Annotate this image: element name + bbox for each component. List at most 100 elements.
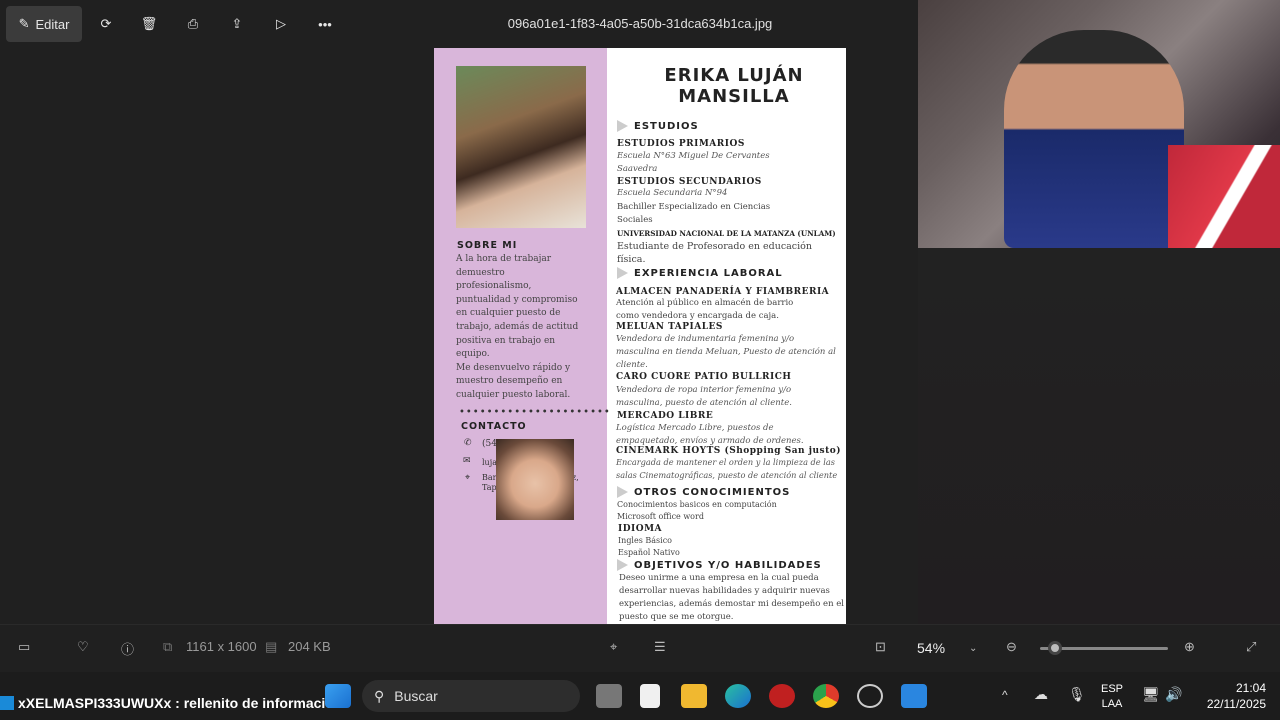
exp-1-title: ALMACEN PANADERÍA Y FIAMBRERIA [616, 287, 830, 297]
contact-address: Bar Tap [482, 473, 497, 492]
exp-5-title: CINEMARK HOYTS (Shopping San justo) [616, 446, 842, 456]
network-icon[interactable]: 🖥 [1142, 686, 1160, 703]
mail-icon: ✉ [463, 456, 471, 466]
about-text: A la hora de trabajar demuestro profesio… [456, 254, 579, 400]
language-indicator[interactable]: ESP LAA [1094, 682, 1130, 712]
dimensions-icon: ⧉ [163, 639, 173, 654]
exp-2-text: Vendedora de indumentaria femenina y/o ma… [616, 334, 836, 370]
cloud-icon[interactable]: ☁ [1034, 686, 1048, 703]
share-icon: ⇪ [231, 16, 243, 31]
language-title: IDIOMA [618, 524, 663, 534]
streamer-figure [1004, 30, 1184, 248]
phone-icon: ✆ [464, 438, 472, 448]
overlay-photo [496, 439, 574, 520]
file-explorer-icon[interactable] [681, 684, 707, 708]
contact-title: CONTACTO [461, 421, 527, 432]
language-text: Ingles Básico Español Nativo [618, 536, 680, 557]
studies-primary-title: ESTUDIOS PRIMARIOS [617, 139, 745, 149]
start-icon[interactable] [325, 684, 351, 708]
zoom-slider-thumb[interactable] [1048, 641, 1062, 655]
volume-icon[interactable]: 🔊 [1165, 686, 1182, 703]
zoom-out-icon[interactable]: ⊖ [1006, 639, 1017, 655]
studies-primary-text: Escuela N°63 Miguel De Cervantes Saavedra [617, 151, 770, 174]
fullscreen-icon[interactable]: ⤢ [1246, 639, 1256, 655]
exp-1-text: Atención al público en almacén de barrio… [616, 298, 794, 321]
exp-4-title: MERCADO LIBRE [617, 411, 714, 421]
exp-5-text: Encargada de mantener el orden y la limp… [616, 457, 838, 480]
studies-heading: ESTUDIOS [617, 120, 699, 132]
triangle-icon [617, 120, 628, 132]
rotate-icon: ⟳ [100, 16, 112, 31]
triangle-icon [617, 559, 628, 571]
edge-icon[interactable] [725, 684, 751, 708]
resume-image: SOBRE MI A la hora de trabajar demuestro… [434, 48, 846, 624]
top-toolbar: ✎ Editar ⟳ 🗑 ⎙ ⇪ ▷ ••• 096a01e1-1f83-4a0… [0, 0, 918, 48]
studies-secondary-school: Escuela Secundaria N°94 [617, 188, 728, 198]
chevron-down-icon: ⌄ [969, 642, 978, 654]
taskbar-clock[interactable]: 21:04 22/11/2025 [1196, 680, 1266, 712]
exp-4-text: Logística Mercado Libre, puestos de empaq… [616, 423, 804, 446]
right-pane [918, 248, 1280, 624]
contact-phone: (54 [482, 439, 497, 449]
image-dimensions: 1161 x 1600 [186, 639, 257, 654]
overlay-icon [0, 696, 14, 710]
play-icon: ▷ [276, 16, 286, 31]
image-filesize: 204 KB [288, 639, 331, 654]
zoom-value: 54% [917, 640, 946, 656]
location-icon: ⌖ [465, 473, 471, 483]
microphone-icon[interactable]: 🎙 [1068, 686, 1086, 703]
notepad-icon[interactable] [640, 684, 660, 708]
exp-3-text: Vendedora de ropa interior femenina y/o m… [616, 385, 792, 408]
search-icon: ⚲ [374, 687, 385, 704]
dot-divider: •••••••••••••••••••••• [459, 407, 611, 418]
experience-heading: EXPERIENCIA LABORAL [617, 267, 783, 279]
goals-heading: OBJETIVOS Y/O HABILIDADES [617, 559, 822, 571]
stream-overlay-text: xXELMASPI333UWUXx : rellenito de informa… [0, 695, 342, 711]
zoom-dropdown[interactable]: 54% ⌄ [903, 632, 993, 664]
profile-photo [456, 66, 586, 228]
photos-icon[interactable] [901, 684, 927, 708]
chevron-up-icon[interactable]: ^ [1002, 688, 1008, 702]
filmstrip-icon[interactable]: ▭ [18, 639, 30, 655]
slideshow-button[interactable]: ▷ [263, 6, 299, 42]
chrome-icon[interactable] [813, 684, 839, 708]
edit-icon: ✎ [18, 16, 30, 31]
more-button[interactable]: ••• [307, 6, 343, 42]
search-label: Buscar [394, 688, 438, 704]
visual-search-icon[interactable]: ⌖ [610, 639, 617, 655]
trash-icon: 🗑 [140, 16, 158, 31]
webcam-overlay [918, 0, 1280, 248]
triangle-icon [617, 486, 628, 498]
other-text: Conocimientos basicos en computación Micr… [617, 500, 777, 521]
printer-icon: ⎙ [187, 16, 199, 31]
actual-size-icon[interactable]: ⊡ [875, 639, 886, 655]
info-icon[interactable]: ⓘ [121, 639, 134, 658]
favorite-icon[interactable]: ♡ [77, 639, 89, 655]
print-button[interactable]: ⎙ [175, 6, 211, 42]
delete-button[interactable]: 🗑 [131, 6, 167, 42]
studies-secondary-title: ESTUDIOS SECUNDARIOS [617, 177, 762, 187]
app-icon[interactable] [769, 684, 795, 708]
studies-university-text: Estudiante de Profesorado en educación fí… [617, 241, 813, 265]
taskbar-search[interactable]: ⚲ Buscar [362, 680, 580, 712]
background-flag [1168, 145, 1280, 248]
resume-sidebar: SOBRE MI A la hora de trabajar demuestro… [434, 48, 610, 624]
studies-secondary-text: Bachiller Especializado en Ciencias Socia… [617, 202, 771, 225]
file-name: 096a01e1-1f83-4a05-a50b-31dca634b1ca.jpg [507, 16, 773, 31]
share-button[interactable]: ⇪ [219, 6, 255, 42]
other-heading: OTROS CONOCIMIENTOS [617, 486, 790, 498]
rotate-button[interactable]: ⟳ [88, 6, 124, 42]
studies-university-title: UNIVERSIDAD NACIONAL DE LA MATANZA (UNLA… [617, 229, 836, 238]
about-title: SOBRE MI [457, 240, 518, 251]
app-notify-icon[interactable] [857, 684, 883, 708]
exp-2-title: MELUAN TAPIALES [616, 322, 723, 332]
more-icon: ••• [318, 16, 332, 32]
zoom-in-icon[interactable]: ⊕ [1184, 639, 1195, 655]
edit-button[interactable]: ✎ Editar [6, 6, 82, 42]
text-scan-icon[interactable]: ☰ [654, 639, 666, 655]
goals-text: Deseo unirme a una empresa en la cual pu… [619, 573, 845, 622]
resume-name: ERIKA LUJÁN MANSILLA [664, 65, 804, 107]
exp-3-title: CARO CUORE PATIO BULLRICH [616, 372, 792, 382]
filesize-icon: ▤ [265, 639, 278, 654]
task-view-icon[interactable] [596, 684, 622, 708]
